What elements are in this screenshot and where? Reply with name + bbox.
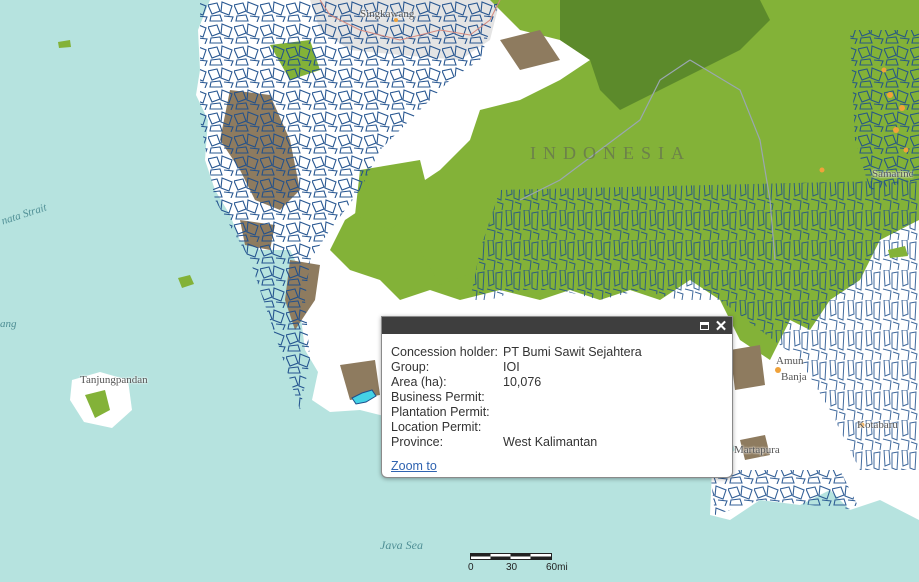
place-label-singkawang: Singkawang	[360, 8, 415, 20]
popup-body: Concession holder: PT Bumi Sawit Sejahte…	[382, 334, 732, 473]
attr-value: PT Bumi Sawit Sejahtera	[503, 345, 642, 359]
scale-tick-30: 30	[506, 562, 518, 573]
attr-row-province: Province: West Kalimantan	[391, 435, 723, 450]
attr-row-plantation-permit: Plantation Permit:	[391, 405, 723, 420]
place-label-bangka: ang	[0, 318, 17, 330]
place-label-martapura: Martapura	[734, 444, 780, 456]
attr-row-group: Group: IOI	[391, 360, 723, 375]
place-label-kotabaru: Kotabaru	[857, 419, 898, 431]
info-popup: ✕ Concession holder: PT Bumi Sawit Sejah…	[381, 316, 733, 478]
attr-key: Area (ha):	[391, 375, 447, 389]
scale-tick-0: 0	[468, 562, 474, 573]
country-label: INDONESIA	[530, 143, 691, 163]
close-icon[interactable]: ✕	[713, 317, 729, 335]
attr-value: IOI	[503, 360, 520, 374]
attr-key: Group:	[391, 360, 430, 374]
attr-key: Plantation Permit:	[391, 405, 490, 419]
attr-key: Location Permit:	[391, 420, 482, 434]
place-label-tanjungpandan: Tanjungpandan	[80, 374, 148, 386]
map-canvas[interactable]	[0, 0, 919, 582]
scale-bar-graphic	[470, 553, 552, 560]
place-label-amuntai: Amun	[776, 355, 804, 367]
attr-row-concession-holder: Concession holder: PT Bumi Sawit Sejahte…	[391, 345, 723, 360]
attr-value: West Kalimantan	[503, 435, 598, 449]
attr-value: 10,076	[503, 375, 542, 389]
scale-tick-60mi: 60mi	[546, 562, 568, 573]
scale-bar: 0 30 60mi	[468, 553, 580, 575]
popup-titlebar: ✕	[382, 317, 732, 335]
attr-row-business-permit: Business Permit:	[391, 390, 723, 405]
place-label-banjarbaru: Banja	[781, 371, 807, 383]
attr-row-area: Area (ha): 10,076	[391, 375, 723, 390]
attr-key: Province:	[391, 435, 444, 449]
attr-key: Business Permit:	[391, 390, 485, 404]
water-label-java-sea: Java Sea	[380, 538, 423, 552]
maximize-icon[interactable]	[696, 317, 712, 334]
place-label-samarinda: Samarinc	[872, 168, 914, 180]
attr-key: Concession holder:	[391, 345, 499, 359]
attr-row-location-permit: Location Permit:	[391, 420, 723, 435]
zoom-to-link[interactable]: Zoom to	[391, 459, 437, 473]
